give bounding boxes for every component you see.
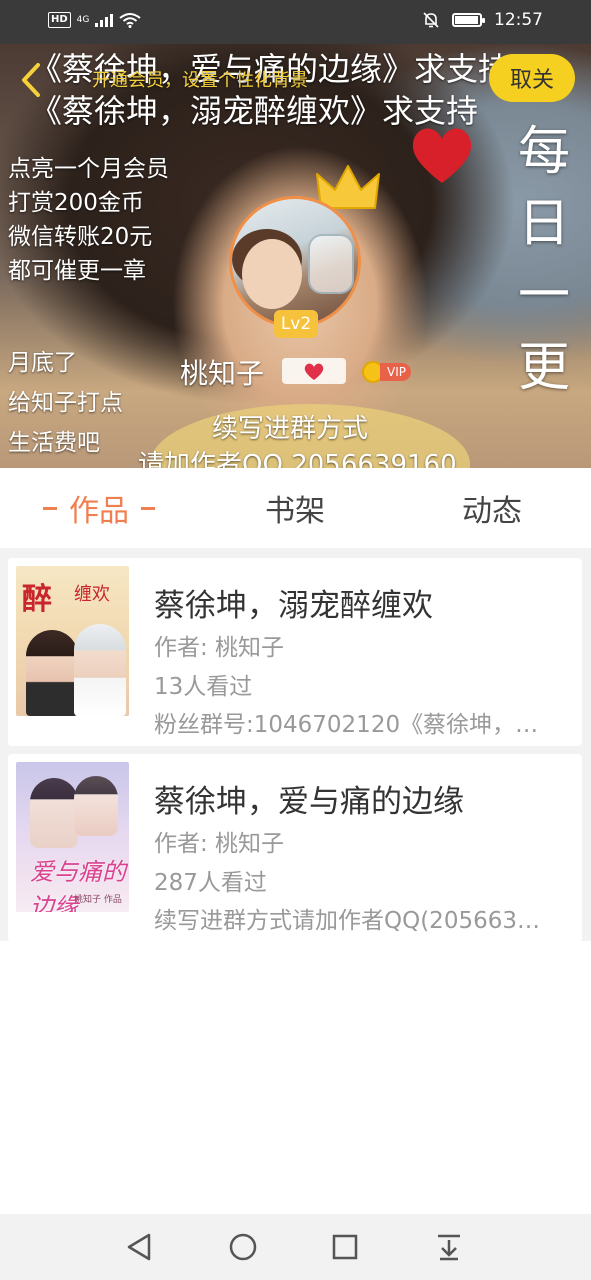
book-views: 287人看过: [154, 870, 267, 896]
avatar[interactable]: [229, 196, 361, 328]
vip-badge: VIP: [362, 360, 414, 384]
promo-link[interactable]: 开通会员，设置个性化背景: [92, 66, 308, 92]
hd-badge: HD: [48, 12, 71, 28]
book-cover[interactable]: 爱与痛的边缘 桃知子 作品: [16, 762, 129, 912]
profile-tabs: 作品 书架 动态: [0, 468, 591, 548]
info-line-2: 请加作者QQ 2056639160: [138, 450, 457, 468]
avatar-face-shape: [242, 239, 302, 309]
network-type-label: 4G: [76, 15, 90, 25]
system-nav-bar: [0, 1214, 591, 1280]
book-description: 续写进群方式请加作者QQ(205663…: [154, 908, 540, 934]
status-right: 12:57: [422, 10, 543, 30]
cover-figure: [74, 624, 126, 716]
vertical-char-1: 每: [517, 122, 570, 182]
cover-title-2: 缠欢: [74, 584, 110, 605]
book-title[interactable]: 蔡徐坤，溺宠醉缠欢: [154, 580, 433, 625]
back-chevron-icon[interactable]: [16, 62, 46, 98]
info-line-1: 续写进群方式: [212, 414, 369, 444]
book-title[interactable]: 蔡徐坤，爱与痛的边缘: [154, 776, 464, 821]
banner-note-6: 给知子打点: [8, 390, 123, 416]
nav-back-icon[interactable]: [123, 1230, 157, 1264]
unfollow-button[interactable]: 取关: [489, 54, 575, 102]
signal-strength-icon: [95, 13, 114, 27]
vertical-char-4: 更: [517, 338, 570, 398]
cover-figure: [26, 630, 78, 716]
profile-banner[interactable]: 《蔡徐坤，爱与痛的边缘》求支持 《蔡徐坤，溺宠醉缠欢》求支持 开通会员，设置个性…: [0, 44, 591, 468]
tab-works[interactable]: 作品: [10, 468, 188, 548]
nav-notifications-icon[interactable]: [432, 1230, 466, 1264]
book-views: 13人看过: [154, 674, 253, 700]
banner-note-2: 打赏200金币: [8, 190, 144, 216]
banner-note-5: 月底了: [8, 350, 77, 376]
mute-bell-icon: [423, 12, 439, 28]
cover-author: 桃知子 作品: [74, 895, 122, 905]
status-bar: HD 4G 12:57: [0, 0, 591, 44]
heart-icon: [304, 363, 324, 380]
heart-sticker-icon: [412, 128, 472, 183]
vip-label: VIP: [380, 363, 411, 381]
cover-figure: [74, 776, 118, 836]
level-badge: Lv2: [274, 310, 318, 338]
vertical-char-2: 日: [517, 194, 570, 254]
book-cover[interactable]: 醉 缠欢: [16, 566, 129, 716]
tab-bookshelf[interactable]: 书架: [206, 468, 384, 548]
book-card[interactable]: 爱与痛的边缘 桃知子 作品 蔡徐坤，爱与痛的边缘 作者: 桃知子 287人看过 …: [8, 754, 582, 942]
cover-figure: [30, 778, 78, 848]
nav-recent-icon[interactable]: [328, 1230, 362, 1264]
banner-note-4: 都可催更一章: [8, 258, 146, 284]
vertical-slogan: 每 日 一 更: [508, 116, 580, 404]
clock: 12:57: [494, 10, 543, 30]
book-card[interactable]: 醉 缠欢 蔡徐坤，溺宠醉缠欢 作者: 桃知子 13人看过 粉丝群号:104670…: [8, 558, 582, 746]
banner-note-7: 生活费吧: [8, 430, 100, 456]
avatar-bottle-shape: [308, 234, 354, 294]
nav-home-icon[interactable]: [226, 1230, 260, 1264]
battery-icon: [452, 13, 485, 27]
status-left: HD 4G: [48, 12, 141, 28]
wifi-icon: [119, 13, 141, 28]
works-list: 醉 缠欢 蔡徐坤，溺宠醉缠欢 作者: 桃知子 13人看过 粉丝群号:104670…: [0, 548, 591, 942]
book-description: 粉丝群号:1046702120《蔡徐坤，…: [154, 712, 539, 738]
cover-title: 醉: [22, 582, 52, 617]
banner-note-1: 点亮一个月会员: [8, 156, 169, 182]
vertical-char-3: 一: [517, 266, 570, 326]
book-author: 作者: 桃知子: [154, 831, 285, 857]
heart-tag: [282, 358, 346, 384]
nickname: 桃知子: [180, 357, 265, 390]
tab-feed[interactable]: 动态: [402, 468, 582, 548]
book-author: 作者: 桃知子: [154, 635, 285, 661]
banner-note-3: 微信转账20元: [8, 224, 153, 250]
